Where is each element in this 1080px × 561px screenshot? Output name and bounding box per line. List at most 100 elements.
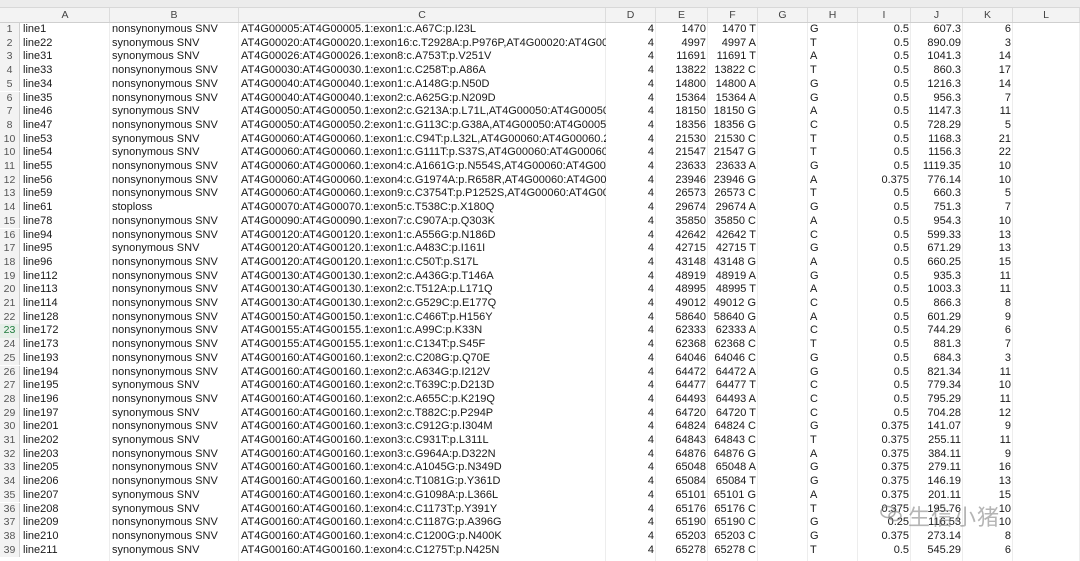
- cell-c[interactable]: AT4G00160:AT4G00160.1:exon4:c.C1200G:p.N…: [239, 530, 606, 544]
- cell-c[interactable]: AT4G00026:AT4G00026.1:exon8:c.A753T:p.V2…: [239, 50, 606, 64]
- cell-k[interactable]: 3: [963, 352, 1013, 366]
- row-number[interactable]: 27: [0, 379, 20, 393]
- cell-c[interactable]: AT4G00120:AT4G00120.1:exon1:c.A556G:p.N1…: [239, 229, 606, 243]
- row-number[interactable]: 19: [0, 269, 20, 284]
- cell-e[interactable]: 42642: [656, 229, 708, 243]
- cell-h[interactable]: G: [808, 23, 858, 37]
- cell-h[interactable]: A: [808, 174, 858, 188]
- cell-a[interactable]: line173: [21, 338, 110, 352]
- cell-j[interactable]: 384.11: [911, 448, 963, 462]
- cell-e[interactable]: 64472: [656, 366, 708, 380]
- cell-h[interactable]: T: [808, 64, 858, 78]
- cell-j[interactable]: 704.28: [911, 407, 963, 421]
- cell-c[interactable]: AT4G00160:AT4G00160.1:exon4:c.C1275T:p.N…: [239, 544, 606, 558]
- table-row[interactable]: 20 line113 nonsynonymous SNV AT4G00130:AT4G…: [0, 283, 1080, 297]
- row-number[interactable]: 21: [0, 297, 20, 311]
- cell-f[interactable]: 26573 C: [708, 187, 758, 201]
- cell-k[interactable]: 11: [963, 283, 1013, 297]
- cell-i[interactable]: 0.5: [858, 105, 911, 119]
- column-header-i[interactable]: I: [858, 8, 911, 22]
- cell-i[interactable]: 0.375: [858, 461, 911, 475]
- cell-i[interactable]: 0.5: [858, 283, 911, 297]
- cell-a[interactable]: line35: [21, 92, 110, 106]
- row-number[interactable]: 31: [0, 434, 20, 448]
- cell-i[interactable]: 0.5: [858, 311, 911, 325]
- table-row[interactable]: 15 line78 nonsynonymous SNV AT4G00090:AT4G0…: [0, 214, 1080, 229]
- cell-k[interactable]: 9: [963, 420, 1013, 434]
- cell-e[interactable]: 64843: [656, 434, 708, 448]
- cell-c[interactable]: AT4G00060:AT4G00060.1:exon1:c.G111T:p.S3…: [239, 146, 606, 160]
- cell-a[interactable]: line114: [21, 297, 110, 311]
- cell-i[interactable]: 0.5: [858, 201, 911, 215]
- row-number[interactable]: 15: [0, 214, 20, 229]
- cell-f[interactable]: 65176 C: [708, 503, 758, 517]
- cell-f[interactable]: 64876 G: [708, 448, 758, 462]
- cell-a[interactable]: line203: [21, 448, 110, 462]
- cell-f[interactable]: 49012 G: [708, 297, 758, 311]
- table-row[interactable]: 3 line31 synonymous SNV AT4G00026:AT4G00026…: [0, 50, 1080, 65]
- cell-k[interactable]: 10: [963, 160, 1013, 174]
- table-row[interactable]: 10 line54 synonymous SNV AT4G00060:AT4G0006…: [0, 146, 1080, 160]
- cell-h[interactable]: A: [808, 448, 858, 462]
- table-row[interactable]: 6 line35 nonsynonymous SNV AT4G00040:AT4G00…: [0, 91, 1080, 106]
- cell-k[interactable]: 6: [963, 544, 1013, 558]
- cell-i[interactable]: 0.5: [858, 544, 911, 558]
- cell-c[interactable]: AT4G00030:AT4G00030.1:exon1:c.C258T:p.A8…: [239, 64, 606, 78]
- cell-b[interactable]: nonsynonymous SNV: [110, 393, 239, 407]
- row-number[interactable]: 3: [0, 50, 20, 65]
- cell-d[interactable]: 4: [606, 448, 656, 462]
- row-number[interactable]: 22: [0, 310, 20, 325]
- column-header-j[interactable]: J: [911, 8, 963, 22]
- cell-b[interactable]: nonsynonymous SNV: [110, 311, 239, 325]
- cell-i[interactable]: 0.5: [858, 324, 911, 338]
- cell-h[interactable]: A: [808, 311, 858, 325]
- cell-e[interactable]: 14800: [656, 78, 708, 92]
- table-row[interactable]: 39 line211 synonymous SNV AT4G00160:AT4G001…: [0, 543, 1080, 558]
- cell-e[interactable]: 21530: [656, 133, 708, 147]
- column-header-c[interactable]: C: [239, 8, 606, 22]
- cell-a[interactable]: line208: [21, 503, 110, 517]
- cell-j[interactable]: 866.3: [911, 297, 963, 311]
- cell-a[interactable]: line55: [21, 160, 110, 174]
- cell-c[interactable]: AT4G00160:AT4G00160.1:exon2:c.C208G:p.Q7…: [239, 352, 606, 366]
- cell-h[interactable]: G: [808, 530, 858, 544]
- cell-d[interactable]: 4: [606, 160, 656, 174]
- cell-b[interactable]: synonymous SNV: [110, 503, 239, 517]
- cell-e[interactable]: 48995: [656, 283, 708, 297]
- cell-h[interactable]: C: [808, 324, 858, 338]
- cell-d[interactable]: 4: [606, 105, 656, 119]
- cell-e[interactable]: 62333: [656, 324, 708, 338]
- row-number[interactable]: 10: [0, 146, 20, 160]
- cell-a[interactable]: line206: [21, 475, 110, 489]
- table-row[interactable]: 27 line195 synonymous SNV AT4G00160:AT4G001…: [0, 379, 1080, 393]
- cell-d[interactable]: 4: [606, 544, 656, 558]
- cell-b[interactable]: synonymous SNV: [110, 489, 239, 503]
- cell-f[interactable]: 43148 G: [708, 256, 758, 270]
- cell-h[interactable]: T: [808, 434, 858, 448]
- cell-d[interactable]: 4: [606, 23, 656, 37]
- cell-j[interactable]: 660.3: [911, 187, 963, 201]
- cell-k[interactable]: 11: [963, 270, 1013, 284]
- cell-d[interactable]: 4: [606, 475, 656, 489]
- cell-a[interactable]: line209: [21, 516, 110, 530]
- cell-i[interactable]: 0.375: [858, 174, 911, 188]
- column-header-e[interactable]: E: [656, 8, 708, 22]
- cell-a[interactable]: line211: [21, 544, 110, 558]
- cell-d[interactable]: 4: [606, 256, 656, 270]
- cell-b[interactable]: nonsynonymous SNV: [110, 92, 239, 106]
- cell-d[interactable]: 4: [606, 503, 656, 517]
- cell-j[interactable]: 1119.35: [911, 160, 963, 174]
- cell-h[interactable]: G: [808, 78, 858, 92]
- cell-a[interactable]: line47: [21, 119, 110, 133]
- cell-c[interactable]: AT4G00160:AT4G00160.1:exon2:c.T882C:p.P2…: [239, 407, 606, 421]
- cell-c[interactable]: AT4G00160:AT4G00160.1:exon3:c.C912G:p.I3…: [239, 420, 606, 434]
- cell-b[interactable]: nonsynonymous SNV: [110, 420, 239, 434]
- row-number[interactable]: 28: [0, 392, 20, 407]
- cell-k[interactable]: 11: [963, 434, 1013, 448]
- cell-d[interactable]: 4: [606, 324, 656, 338]
- cell-b[interactable]: nonsynonymous SNV: [110, 215, 239, 229]
- cell-h[interactable]: C: [808, 393, 858, 407]
- row-number[interactable]: 4: [0, 64, 20, 78]
- cell-f[interactable]: 29674 A: [708, 201, 758, 215]
- cell-e[interactable]: 21547: [656, 146, 708, 160]
